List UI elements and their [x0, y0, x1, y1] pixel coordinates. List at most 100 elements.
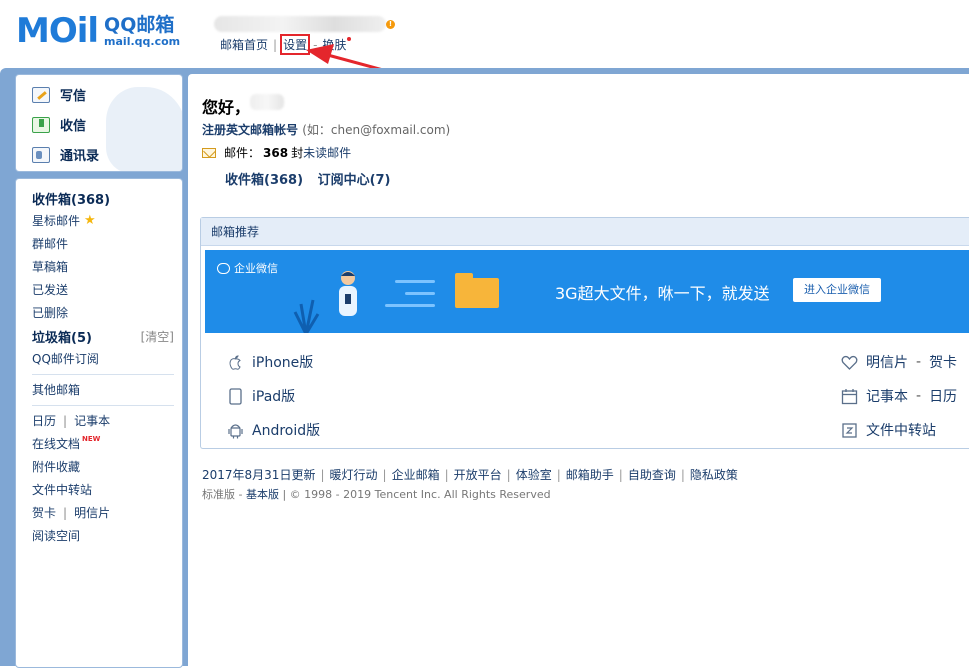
quick-links: 收件箱(368) 订阅中心(7) — [225, 169, 391, 188]
footer-link-open-platform[interactable]: 开放平台 — [454, 468, 502, 482]
qqmail-logo[interactable]: MOil QQ邮箱 mail.qq.com — [16, 14, 180, 48]
greeting-card-link[interactable]: 贺卡 — [32, 504, 56, 521]
mail-summary: 邮件： 368 封 未读邮件 — [202, 144, 351, 161]
notes-link[interactable]: 记事本 — [74, 412, 110, 429]
copyright: 标准版 - 基本版 | © 1998 - 2019 Tencent Inc. A… — [202, 486, 551, 502]
plant-illustration-icon — [293, 299, 320, 333]
notes-link[interactable]: 记事本 — [866, 386, 908, 406]
sidebar-item-file-transfer[interactable]: 文件中转站 — [32, 481, 92, 498]
app-label: 文件中转站 — [866, 423, 936, 439]
mail-label: 邮件： — [224, 146, 261, 160]
calendar-link[interactable]: 日历 — [32, 412, 56, 429]
separator: | — [282, 488, 290, 501]
contacts-label: 通讯录 — [60, 149, 100, 164]
android-app-link[interactable]: Android版 — [227, 420, 320, 440]
sidebar-item-calendar-notes: 日历 | 记事本 — [32, 412, 110, 429]
notes-calendar-link: 记事本 - 日历 — [841, 386, 957, 406]
main-panel: 您好， 注册英文邮箱帐号 (如：chen@foxmail.com) 邮件： 36… — [188, 74, 969, 666]
iphone-app-link[interactable]: iPhone版 — [227, 352, 313, 372]
ipad-app-link[interactable]: iPad版 — [227, 386, 295, 406]
separator: | — [273, 37, 278, 52]
enter-wework-button[interactable]: 进入企业微信 — [793, 278, 881, 302]
sidebar-item-other-mailbox[interactable]: 其他邮箱 — [32, 381, 80, 398]
person-illustration-icon — [339, 271, 357, 316]
calendar-link[interactable]: 日历 — [929, 386, 957, 406]
spam-clear-link[interactable]: [清空] — [141, 328, 174, 345]
file-transfer-link[interactable]: 文件中转站 — [841, 420, 936, 440]
register-hint: (如：chen@foxmail.com) — [302, 123, 451, 137]
inbox-link[interactable]: 收件箱(368) — [225, 173, 303, 188]
sidebar-item-reading[interactable]: 阅读空间 — [32, 527, 80, 544]
greeting-card-link[interactable]: 贺卡 — [929, 352, 957, 372]
star-icon: ★ — [84, 213, 96, 228]
app-label: iPhone版 — [252, 355, 314, 371]
postcard-link[interactable]: 明信片 — [74, 504, 110, 521]
footer-link-lab[interactable]: 体验室 — [516, 468, 552, 482]
sidebar-item-subscriptions[interactable]: QQ邮件订阅 — [32, 350, 99, 367]
notice-badge[interactable]: ! — [386, 20, 395, 29]
separator: - — [916, 354, 922, 370]
android-icon — [228, 423, 243, 438]
register-link[interactable]: 注册英文邮箱帐号 — [202, 123, 298, 137]
new-badge: NEW — [82, 434, 101, 443]
postcard-greeting-link: 明信片 - 贺卡 — [841, 352, 957, 372]
sidebar-item-docs[interactable]: 在线文档 NEW — [32, 435, 100, 452]
sidebar-item-sent[interactable]: 已发送 — [32, 281, 68, 298]
sidebar-item-cards: 贺卡 | 明信片 — [32, 504, 110, 521]
footer-link-privacy[interactable]: 隐私政策 — [690, 468, 738, 482]
wework-banner[interactable]: 企业微信 3G超大文件，咻一下，就发送 进入企业微信 — [205, 250, 969, 333]
mail-unit: 封 — [291, 146, 304, 160]
contacts-button[interactable]: 通讯录 — [32, 145, 99, 164]
chat-bubble-icon — [217, 262, 230, 274]
sidebar-item-inbox[interactable]: 收件箱(368) — [32, 189, 110, 208]
compose-label: 写信 — [60, 89, 87, 104]
footer-link-exmail[interactable]: 企业邮箱 — [392, 468, 440, 482]
banner-headline: 3G超大文件，咻一下，就发送 — [555, 284, 770, 303]
separator: - — [238, 488, 246, 501]
sidebar-item-deleted[interactable]: 已删除 — [32, 304, 68, 321]
logo-url: mail.qq.com — [104, 35, 181, 48]
sidebar-item-attachments[interactable]: 附件收藏 — [32, 458, 80, 475]
footer-link-warm-light[interactable]: 暖灯行动 — [330, 468, 378, 482]
sidebar-folders: 收件箱(368) 星标邮件 ★ 群邮件 草稿箱 已发送 已删除 垃圾箱(5) [… — [15, 178, 183, 668]
contact-card-icon — [32, 146, 50, 163]
standard-version-label: 标准版 — [202, 488, 235, 501]
greeting-text: 您好， — [202, 98, 251, 117]
logo-title: QQ邮箱 — [104, 14, 175, 36]
mail-count: 368 — [263, 145, 289, 160]
unread-mail-link[interactable]: 未读邮件 — [303, 144, 351, 161]
receive-button[interactable]: 收信 — [32, 115, 86, 134]
divider — [32, 374, 174, 375]
sidebar-item-starred[interactable]: 星标邮件 ★ — [32, 212, 96, 229]
app-label: Android版 — [252, 423, 321, 439]
banner-brand-label: 企业微信 — [234, 262, 278, 275]
basic-version-link[interactable]: 基本版 — [246, 488, 279, 501]
heart-icon — [841, 355, 858, 370]
recommend-title: 邮箱推荐 — [201, 218, 969, 246]
sidebar-item-spam[interactable]: 垃圾箱(5) — [32, 327, 92, 346]
sidebar-item-group[interactable]: 群邮件 — [32, 235, 68, 252]
sidebar-item-drafts[interactable]: 草稿箱 — [32, 258, 68, 275]
app-label: iPad版 — [252, 389, 296, 405]
envelope-icon — [202, 147, 216, 158]
calendar-icon — [841, 388, 858, 404]
postcard-link[interactable]: 明信片 — [866, 352, 908, 372]
footer-link-update[interactable]: 2017年8月31日更新 — [202, 468, 315, 482]
divider — [32, 405, 174, 406]
footer-link-assistant[interactable]: 邮箱助手 — [566, 468, 614, 482]
home-link[interactable]: 邮箱首页 — [220, 36, 268, 53]
tablet-icon — [229, 387, 242, 405]
register-english-account: 注册英文邮箱帐号 (如：chen@foxmail.com) — [202, 121, 450, 138]
penguin-watermark-icon — [106, 87, 182, 171]
footer-links: 2017年8月31日更新 | 暖灯行动 | 企业邮箱 | 开放平台 | 体验室 | 邮箱助手 | 自助查… — [202, 468, 738, 482]
sidebar-item-label: 在线文档 — [32, 437, 81, 451]
subscription-center-link[interactable]: 订阅中心(7) — [318, 173, 391, 188]
compose-button[interactable]: 写信 — [32, 85, 86, 104]
footer-link-self-service[interactable]: 自助查询 — [628, 468, 676, 482]
blurred-nickname — [250, 94, 284, 110]
blurred-username — [214, 16, 386, 32]
separator: | — [63, 413, 68, 428]
sidebar-item-label: 星标邮件 — [32, 214, 81, 228]
separator: - — [916, 388, 922, 404]
separator: | — [63, 505, 68, 520]
